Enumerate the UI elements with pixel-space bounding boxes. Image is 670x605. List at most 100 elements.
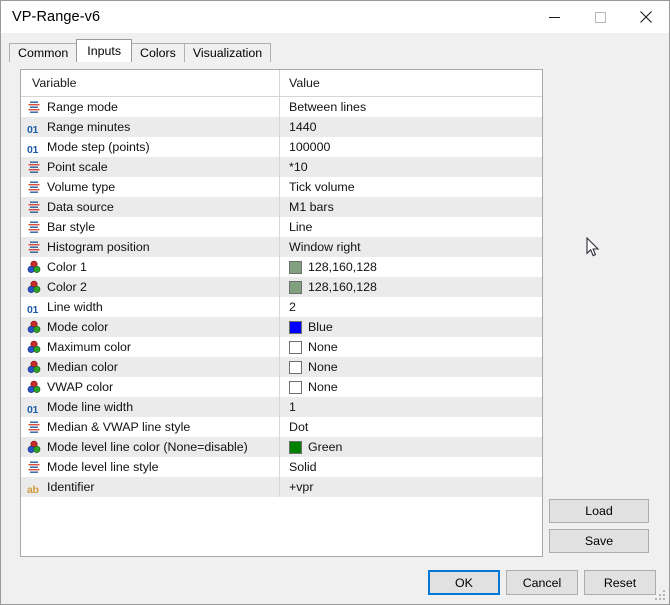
table-row[interactable]: Maximum color None — [21, 337, 542, 357]
value-cell[interactable]: Between lines — [279, 97, 542, 117]
value-cell[interactable]: 128,160,128 — [279, 277, 542, 297]
variable-label: Mode level line style — [47, 460, 159, 474]
variable-label: Maximum color — [47, 340, 131, 354]
load-button[interactable]: Load — [549, 499, 649, 523]
variable-label: Point scale — [47, 160, 108, 174]
table-row[interactable]: Bar style Line — [21, 217, 542, 237]
enum-type-icon — [27, 100, 41, 114]
tab-common[interactable]: Common — [9, 43, 78, 62]
variable-label: Color 2 — [47, 280, 87, 294]
color-swatch[interactable] — [289, 380, 302, 394]
value-label: Dot — [289, 420, 309, 434]
table-header-row: Variable Value — [21, 70, 542, 97]
value-label: *10 — [289, 160, 308, 174]
table-row[interactable]: 01 Mode line width 1 — [21, 397, 542, 417]
cancel-button[interactable]: Cancel — [506, 570, 578, 595]
color-icon — [27, 360, 41, 373]
value-cell[interactable]: Solid — [279, 457, 542, 477]
variable-label: Range minutes — [47, 120, 131, 134]
table-row[interactable]: 01 Line width 2 — [21, 297, 542, 317]
table-row[interactable]: Color 1 128,160,128 — [21, 257, 542, 277]
value-label: None — [308, 360, 338, 374]
value-cell[interactable]: 1440 — [279, 117, 542, 137]
value-cell[interactable]: Tick volume — [279, 177, 542, 197]
save-button[interactable]: Save — [549, 529, 649, 553]
variable-label: Mode line width — [47, 400, 134, 414]
value-cell[interactable]: Blue — [279, 317, 542, 337]
value-cell[interactable]: 1 — [279, 397, 542, 417]
value-label: +vpr — [289, 480, 314, 494]
value-cell[interactable]: None — [279, 337, 542, 357]
minimize-icon — [548, 16, 560, 18]
color-swatch[interactable] — [289, 260, 302, 274]
table-row[interactable]: Median color None — [21, 357, 542, 377]
resize-grip-icon[interactable] — [655, 590, 666, 601]
value-cell[interactable]: *10 — [279, 157, 542, 177]
ok-button[interactable]: OK — [428, 570, 500, 595]
number-icon: 01 — [27, 144, 39, 156]
variable-label: Histogram position — [47, 240, 150, 254]
table-row[interactable]: Mode level line color (None=disable) Gree… — [21, 437, 542, 457]
value-cell[interactable]: 100000 — [279, 137, 542, 157]
table-row[interactable]: Mode level line style Solid — [21, 457, 542, 477]
variable-label: Range mode — [47, 100, 118, 114]
variable-cell: Point scale — [21, 157, 279, 177]
variable-label: VWAP color — [47, 380, 114, 394]
value-label: 100000 — [289, 140, 331, 154]
reset-button[interactable]: Reset — [584, 570, 656, 595]
variable-cell: ab Identifier — [21, 477, 279, 497]
value-label: Between lines — [289, 100, 367, 114]
color-swatch[interactable] — [289, 360, 302, 374]
inputs-table[interactable]: Variable Value Range mode Between lines 01… — [20, 69, 543, 557]
value-cell[interactable]: None — [279, 357, 542, 377]
color-swatch[interactable] — [289, 340, 302, 354]
value-cell[interactable]: Line — [279, 217, 542, 237]
variable-cell: 01 Mode step (points) — [21, 137, 279, 157]
table-row[interactable]: Histogram position Window right — [21, 237, 542, 257]
table-row[interactable]: ab Identifier +vpr — [21, 477, 542, 497]
value-cell[interactable]: +vpr — [279, 477, 542, 497]
tab-colors[interactable]: Colors — [131, 43, 185, 62]
table-row[interactable]: Data source M1 bars — [21, 197, 542, 217]
value-cell[interactable]: Window right — [279, 237, 542, 257]
table-row[interactable]: Color 2 128,160,128 — [21, 277, 542, 297]
table-row[interactable]: Median & VWAP line style Dot — [21, 417, 542, 437]
title-bar: VP-Range-v6 — [1, 1, 669, 33]
color-swatch[interactable] — [289, 280, 302, 294]
enum-type-icon — [27, 160, 41, 174]
value-label: Solid — [289, 460, 317, 474]
enum-icon — [28, 201, 40, 213]
value-cell[interactable]: 2 — [279, 297, 542, 317]
variable-cell: Volume type — [21, 177, 279, 197]
enum-type-icon — [27, 240, 41, 254]
minimize-button[interactable] — [531, 1, 577, 33]
value-label: 1 — [289, 400, 296, 414]
tab-visualization[interactable]: Visualization — [183, 43, 272, 62]
properties-dialog: VP-Range-v6 Common Inputs Colors Visuali… — [0, 0, 670, 605]
table-row[interactable]: Mode color Blue — [21, 317, 542, 337]
table-row[interactable]: 01 Mode step (points) 100000 — [21, 137, 542, 157]
close-button[interactable] — [623, 1, 669, 33]
value-cell[interactable]: Green — [279, 437, 542, 457]
table-row[interactable]: Range mode Between lines — [21, 97, 542, 117]
value-cell[interactable]: None — [279, 377, 542, 397]
enum-icon — [28, 101, 40, 113]
value-cell[interactable]: 128,160,128 — [279, 257, 542, 277]
value-cell[interactable]: M1 bars — [279, 197, 542, 217]
number-type-icon: 01 — [27, 300, 41, 316]
color-swatch[interactable] — [289, 440, 302, 454]
table-row[interactable]: Point scale *10 — [21, 157, 542, 177]
table-row[interactable]: VWAP color None — [21, 377, 542, 397]
variable-cell: Bar style — [21, 217, 279, 237]
table-row[interactable]: Volume type Tick volume — [21, 177, 542, 197]
variable-cell: 01 Mode line width — [21, 397, 279, 417]
tab-inputs[interactable]: Inputs — [76, 39, 133, 62]
maximize-button[interactable] — [577, 1, 623, 33]
variable-cell: Median & VWAP line style — [21, 417, 279, 437]
table-row[interactable]: 01 Range minutes 1440 — [21, 117, 542, 137]
value-cell[interactable]: Dot — [279, 417, 542, 437]
color-swatch[interactable] — [289, 320, 302, 334]
string-icon: ab — [27, 484, 39, 496]
value-label: Line — [289, 220, 313, 234]
maximize-icon — [594, 11, 606, 23]
